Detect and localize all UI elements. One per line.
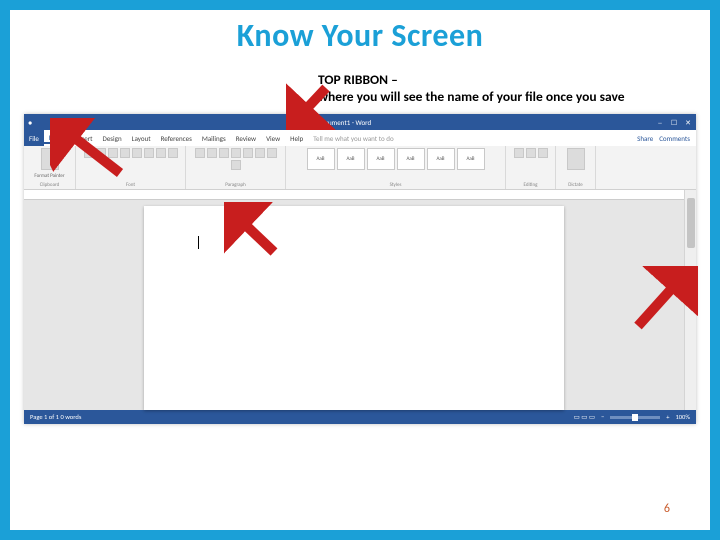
line-spacing-icon[interactable] (255, 148, 265, 158)
find-icon[interactable] (514, 148, 524, 158)
ribbon-group-paragraph-label: Paragraph (225, 182, 246, 188)
highlight-icon[interactable] (168, 148, 178, 158)
style-heading2[interactable]: AaB (397, 148, 425, 170)
style-title[interactable]: AaB (427, 148, 455, 170)
ribbon-group-editing-label: Editing (524, 182, 538, 188)
tell-me-search[interactable]: Tell me what you want to do (308, 134, 398, 143)
text-color-icon[interactable] (156, 148, 166, 158)
dictate-icon[interactable] (567, 148, 585, 170)
tab-help[interactable]: Help (285, 134, 308, 143)
numbering-icon[interactable] (207, 148, 217, 158)
annotation-top-ribbon-body: where you will see the name of your file… (318, 88, 625, 105)
ribbon-group-styles-label: Styles (390, 182, 402, 188)
style-nospacing[interactable]: AaB (337, 148, 365, 170)
share-button[interactable]: Share (637, 134, 653, 143)
comments-button[interactable]: Comments (659, 134, 690, 143)
style-subtitle[interactable]: AaB (457, 148, 485, 170)
word-status-bar: Page 1 of 1 0 words ▭ ▭ ▭ − + 100% (24, 410, 696, 424)
indent-icon[interactable] (267, 148, 277, 158)
annotation-top-ribbon: TOP RIBBON – where you will see the name… (318, 72, 718, 106)
tab-references[interactable]: References (156, 134, 197, 143)
align-left-icon[interactable] (219, 148, 229, 158)
zoom-value[interactable]: 100% (675, 413, 690, 421)
ribbon-group-dictate-label: Dictate (568, 182, 582, 188)
scrollbar-thumb[interactable] (687, 198, 695, 248)
ribbon-group-styles: AaB AaB AaB AaB AaB AaB Styles (286, 146, 506, 189)
ribbon-group-font-label: Font (126, 182, 135, 188)
word-document-area (24, 190, 696, 410)
ribbon-group-dictate: Dictate (556, 146, 596, 189)
minimize-icon[interactable]: ─ (656, 118, 664, 127)
tab-review[interactable]: Review (231, 134, 261, 143)
style-normal[interactable]: AaB (307, 148, 335, 170)
ribbon-group-clipboard-label: Clipboard (40, 182, 60, 188)
status-left: Page 1 of 1 0 words (30, 413, 81, 421)
slide: Know Your Screen TOP RIBBON – where you … (0, 0, 720, 540)
tab-view[interactable]: View (261, 134, 285, 143)
borders-icon[interactable] (231, 160, 241, 170)
replace-icon[interactable] (526, 148, 536, 158)
tab-file[interactable]: File (24, 130, 44, 146)
close-icon[interactable]: ✕ (684, 118, 692, 127)
page-number: 6 (664, 502, 670, 516)
select-icon[interactable] (538, 148, 548, 158)
horizontal-ruler (24, 190, 684, 200)
slide-title: Know Your Screen (10, 16, 710, 55)
align-center-icon[interactable] (231, 148, 241, 158)
arrow-scroll-bar (628, 266, 698, 336)
bullets-icon[interactable] (195, 148, 205, 158)
align-right-icon[interactable] (243, 148, 253, 158)
document-page[interactable] (144, 206, 564, 410)
tab-mailings[interactable]: Mailings (197, 134, 231, 143)
ribbon-group-editing: Editing (506, 146, 556, 189)
text-cursor (198, 236, 199, 249)
maximize-icon[interactable]: ☐ (670, 118, 678, 127)
ribbon-group-paragraph: Paragraph (186, 146, 286, 189)
arrow-top-ribbon (286, 80, 336, 130)
style-heading1[interactable]: AaB (367, 148, 395, 170)
zoom-slider[interactable] (610, 416, 660, 419)
strikethrough-icon[interactable] (144, 148, 154, 158)
arrow-file-tabs (50, 118, 140, 178)
view-buttons[interactable]: ▭ ▭ ▭ (574, 413, 595, 421)
arrow-cursor (224, 202, 284, 262)
